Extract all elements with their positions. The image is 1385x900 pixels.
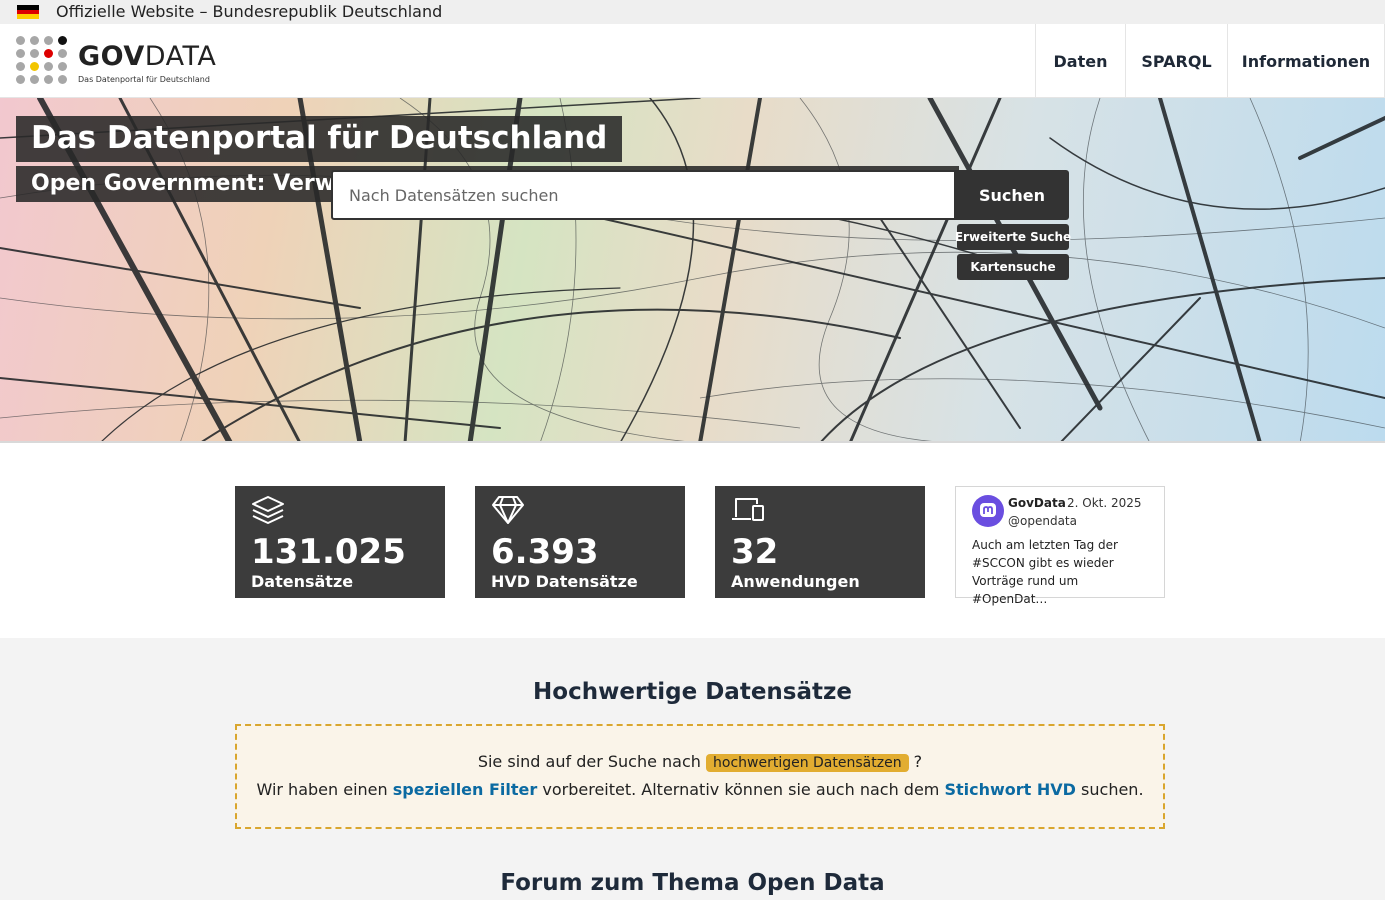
stat-tile-datasets[interactable]: 131.025 Datensätze: [235, 486, 445, 598]
forum-section-title: Forum zum Thema Open Data: [500, 870, 885, 896]
hero-title: Das Datenportal für Deutschland: [16, 116, 623, 162]
stat-label: Anwendungen: [731, 572, 860, 591]
hvd-info-line-2: Wir haben einen speziellen Filter vorber…: [256, 780, 1144, 799]
logo-wordmark: GOVDATA: [78, 41, 217, 72]
logo-dots-icon: [16, 36, 68, 86]
hvd-info-line-1: Sie sind auf der Suche nach hochwertigen…: [477, 752, 923, 772]
mastodon-author-name[interactable]: GovData: [1008, 496, 1066, 510]
special-filter-link[interactable]: speziellen Filter: [393, 780, 538, 799]
mastodon-author-handle: @opendata: [1008, 514, 1077, 528]
nav-item-daten[interactable]: Daten: [1035, 24, 1125, 98]
hero-banner: Das Datenportal für Deutschland Open Gov…: [0, 98, 1385, 443]
stat-value: 131.025: [251, 532, 406, 572]
logo-subtitle: Das Datenportal für Deutschland: [78, 75, 210, 84]
hvd-highlight-link[interactable]: hochwertigen Datensätzen: [706, 754, 909, 772]
mastodon-avatar-icon: [972, 495, 1004, 527]
stat-label: HVD Datensätze: [491, 572, 638, 591]
mastodon-post-card[interactable]: GovData 2. Okt. 2025 @opendata Auch am l…: [955, 486, 1165, 606]
nav-item-informationen[interactable]: Informationen: [1227, 24, 1385, 98]
search-input[interactable]: [331, 170, 956, 220]
diamond-icon: [492, 496, 524, 524]
stat-value: 6.393: [491, 532, 599, 572]
search-button[interactable]: Suchen: [955, 170, 1069, 220]
stat-value: 32: [731, 532, 779, 572]
advanced-search-button[interactable]: Erweiterte Suche: [955, 224, 1071, 250]
govdata-logo[interactable]: GOVDATA Das Datenportal für Deutschland: [16, 36, 216, 86]
stat-tile-applications[interactable]: 32 Anwendungen: [715, 486, 925, 598]
map-search-button[interactable]: Kartensuche: [957, 254, 1069, 280]
stat-tile-hvd-datasets[interactable]: 6.393 HVD Datensätze: [475, 486, 685, 598]
official-website-bar: Offizielle Website – Bundesrepublik Deut…: [0, 0, 1385, 24]
german-flag-icon: [17, 5, 39, 20]
keyword-hvd-link[interactable]: Stichwort HVD: [944, 780, 1075, 799]
mastodon-post-text: Auch am letzten Tag der #SCCON gibt es w…: [972, 538, 1118, 606]
hvd-section-title: Hochwertige Datensätze: [533, 679, 852, 705]
official-website-text[interactable]: Offizielle Website – Bundesrepublik Deut…: [56, 2, 442, 21]
main-nav: Daten SPARQL Informationen: [1035, 24, 1385, 98]
site-header: GOVDATA Das Datenportal für Deutschland …: [0, 24, 1385, 98]
hvd-info-box: Sie sind auf der Suche nach hochwertigen…: [235, 724, 1165, 829]
layers-icon: [252, 496, 284, 524]
devices-icon: [732, 498, 764, 521]
stat-label: Datensätze: [251, 572, 354, 591]
nav-item-sparql[interactable]: SPARQL: [1125, 24, 1227, 98]
mastodon-post-date: 2. Okt. 2025: [1067, 496, 1142, 510]
